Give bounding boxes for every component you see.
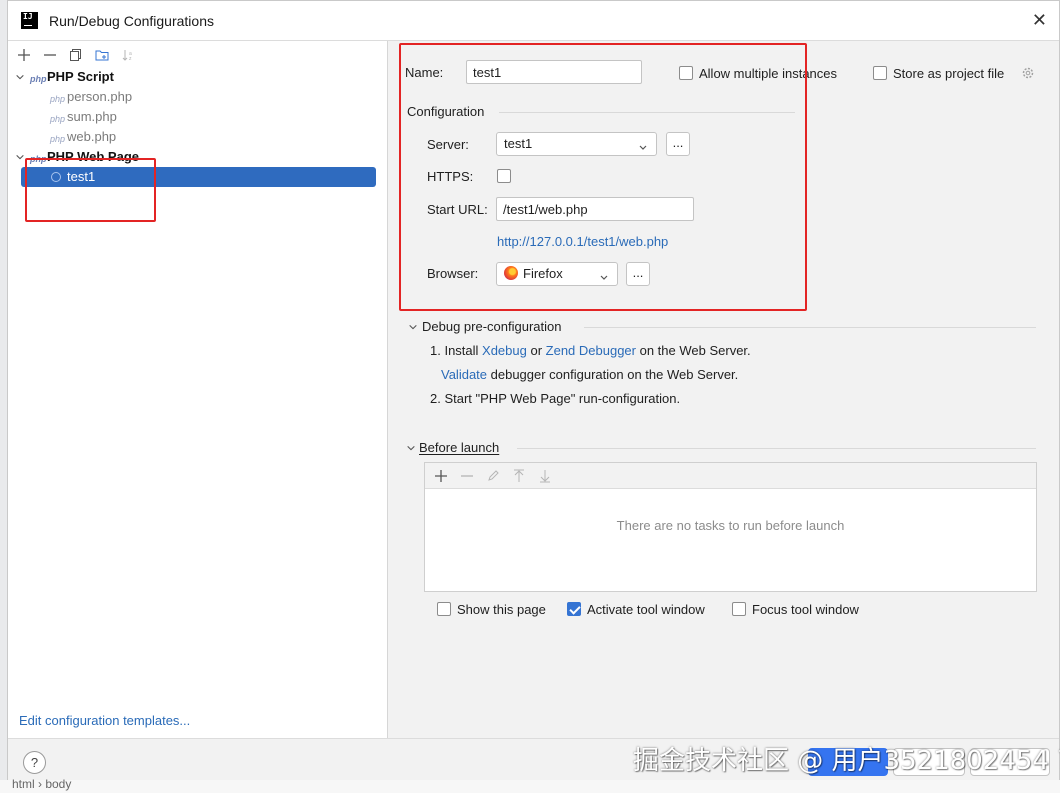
firefox-icon bbox=[504, 266, 518, 280]
server-label: Server: bbox=[427, 137, 469, 152]
ok-button[interactable] bbox=[808, 748, 888, 776]
move-up-icon[interactable] bbox=[509, 466, 529, 486]
window-title: Run/Debug Configurations bbox=[49, 13, 214, 29]
browser-label: Browser: bbox=[427, 266, 479, 281]
configurations-sidebar: az php PHP Script php person.php php sum… bbox=[8, 41, 388, 738]
tree-item-label: web.php bbox=[67, 129, 117, 144]
store-as-project-checkbox[interactable] bbox=[873, 66, 887, 80]
xdebug-link[interactable]: Xdebug bbox=[482, 343, 527, 358]
activate-tool-window-label: Activate tool window bbox=[587, 602, 705, 617]
php-file-icon: php bbox=[50, 94, 66, 104]
edit-configuration-templates-link[interactable]: Edit configuration templates... bbox=[19, 713, 190, 728]
step-text: debugger configuration on the Web Server… bbox=[487, 367, 739, 382]
tree-item-person-php[interactable]: php person.php bbox=[50, 87, 132, 107]
name-field[interactable] bbox=[466, 60, 642, 84]
edit-icon[interactable] bbox=[483, 466, 503, 486]
tree-item-label: sum.php bbox=[67, 109, 117, 124]
sort-icon[interactable]: az bbox=[118, 45, 138, 65]
step-text: 1. Install bbox=[430, 343, 483, 358]
remove-icon[interactable] bbox=[457, 466, 477, 486]
configuration-editor: Name: Allow multiple instances Store as … bbox=[389, 41, 1059, 738]
dialog-footer: ? bbox=[8, 738, 1059, 781]
php-file-icon: php bbox=[50, 114, 66, 124]
step-text: or bbox=[526, 343, 546, 358]
debug-preconfig-header[interactable]: Debug pre-configuration bbox=[422, 319, 561, 334]
server-browse-button[interactable]: ... bbox=[666, 132, 690, 156]
php-file-icon: php bbox=[50, 134, 66, 144]
https-label: HTTPS: bbox=[427, 169, 474, 184]
chevron-down-icon bbox=[637, 138, 649, 150]
focus-tool-window-checkbox[interactable] bbox=[732, 602, 746, 616]
apply-button[interactable] bbox=[970, 748, 1050, 776]
before-launch-separator bbox=[517, 448, 1036, 449]
cancel-button[interactable] bbox=[893, 748, 965, 776]
browser-value: Firefox bbox=[523, 266, 563, 281]
before-launch-header[interactable]: Before launch bbox=[419, 440, 499, 455]
allow-multiple-checkbox[interactable] bbox=[679, 66, 693, 80]
chevron-down-icon[interactable] bbox=[407, 321, 419, 333]
chevron-down-icon[interactable] bbox=[14, 151, 26, 163]
activate-tool-window-checkbox[interactable] bbox=[567, 602, 581, 616]
debug-step-1: 1. Install Xdebug or Zend Debugger on th… bbox=[430, 343, 751, 358]
resolved-url-link[interactable]: http://127.0.0.1/test1/web.php bbox=[497, 234, 668, 249]
show-page-label: Show this page bbox=[457, 602, 546, 617]
intellij-app-icon: IJ bbox=[21, 12, 38, 29]
gear-icon[interactable] bbox=[1021, 66, 1035, 80]
show-page-checkbox[interactable] bbox=[437, 602, 451, 616]
php-icon: php bbox=[30, 74, 47, 84]
server-combo[interactable]: test1 bbox=[496, 132, 657, 156]
tree-item-sum-php[interactable]: php sum.php bbox=[50, 107, 117, 127]
server-value: test1 bbox=[504, 136, 533, 151]
php-web-icon: php bbox=[30, 154, 47, 164]
chevron-down-icon bbox=[598, 268, 610, 280]
tree-group-label: PHP Script bbox=[47, 69, 114, 84]
start-url-field[interactable] bbox=[496, 197, 694, 221]
add-icon[interactable] bbox=[431, 466, 451, 486]
help-button[interactable]: ? bbox=[23, 751, 46, 774]
tree-toolbar: az bbox=[14, 45, 138, 67]
copy-icon[interactable] bbox=[66, 45, 86, 65]
tree-item-label: test1 bbox=[67, 169, 96, 184]
debug-step-2: 2. Start "PHP Web Page" run-configuratio… bbox=[430, 391, 681, 406]
move-down-icon[interactable] bbox=[535, 466, 555, 486]
remove-icon[interactable] bbox=[40, 45, 60, 65]
web-page-config-icon bbox=[51, 172, 61, 182]
tree-item-test1[interactable]: test1 bbox=[21, 167, 376, 187]
store-as-project-label: Store as project file bbox=[893, 66, 1005, 81]
tree-item-web-php[interactable]: php web.php bbox=[50, 127, 116, 147]
tasks-empty-text: There are no tasks to run before launch bbox=[616, 518, 845, 533]
status-strip: html › body bbox=[0, 777, 1060, 793]
add-icon[interactable] bbox=[14, 45, 34, 65]
tree-item-label: person.php bbox=[67, 89, 133, 104]
start-url-label: Start URL: bbox=[427, 202, 488, 217]
zend-debugger-link[interactable]: Zend Debugger bbox=[546, 343, 636, 358]
chevron-down-icon[interactable] bbox=[14, 71, 26, 83]
tasks-toolbar bbox=[425, 463, 1036, 489]
browser-browse-button[interactable]: ... bbox=[626, 262, 650, 286]
tree-group-php-script[interactable]: php PHP Script bbox=[14, 67, 114, 87]
chevron-down-icon[interactable] bbox=[405, 442, 417, 454]
status-path: html › body bbox=[12, 777, 72, 791]
tree-group-php-web-page[interactable]: php PHP Web Page bbox=[14, 147, 139, 167]
step-text: on the Web Server. bbox=[636, 343, 751, 358]
name-label: Name: bbox=[405, 65, 444, 80]
debug-validate-line: Validate debugger configuration on the W… bbox=[441, 367, 738, 382]
configuration-header: Configuration bbox=[407, 104, 485, 119]
run-debug-dialog: IJ Run/Debug Configurations ✕ az php PHP… bbox=[7, 0, 1060, 781]
title-bar: IJ Run/Debug Configurations ✕ bbox=[8, 1, 1059, 41]
allow-multiple-label: Allow multiple instances bbox=[699, 66, 838, 81]
validate-link[interactable]: Validate bbox=[441, 367, 487, 382]
before-launch-tasks-panel: There are no tasks to run before launch bbox=[424, 462, 1037, 592]
close-icon[interactable]: ✕ bbox=[1032, 10, 1047, 30]
browser-combo[interactable]: Firefox bbox=[496, 262, 618, 286]
new-folder-icon[interactable] bbox=[92, 45, 112, 65]
debug-separator bbox=[584, 327, 1036, 328]
https-checkbox[interactable] bbox=[497, 169, 511, 183]
configuration-separator bbox=[499, 112, 795, 113]
focus-tool-window-label: Focus tool window bbox=[752, 602, 859, 617]
tree-group-label: PHP Web Page bbox=[47, 149, 139, 164]
